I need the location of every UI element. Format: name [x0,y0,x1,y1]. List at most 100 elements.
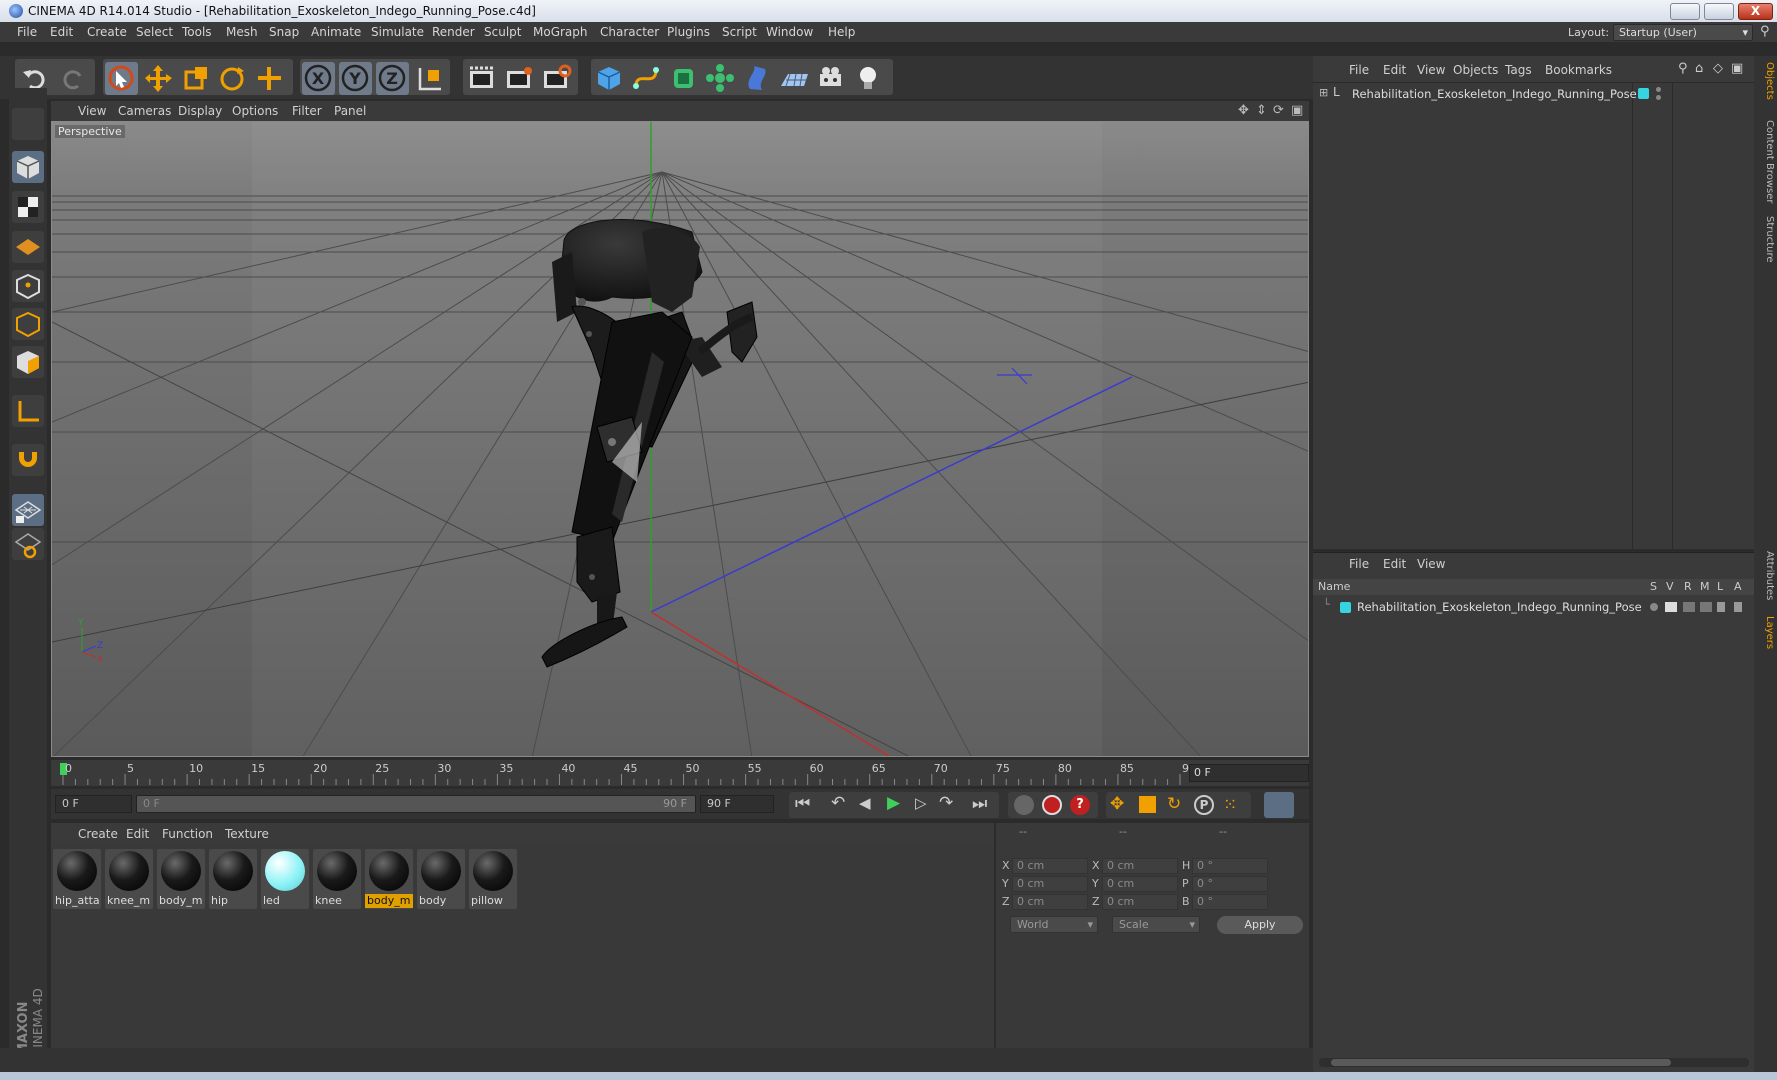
layer-menu-view[interactable]: View [1417,557,1445,571]
coordinate-field[interactable]: 0 cm [1012,894,1088,910]
viewport-menu-view[interactable]: View [78,104,106,118]
material-swatch[interactable]: pillow [469,849,517,909]
menu-select[interactable]: Select [136,25,173,39]
model-mode-icon[interactable] [12,108,44,140]
viewport-menu-display[interactable]: Display [178,104,222,118]
move-icon[interactable] [142,62,175,95]
magnet-icon[interactable] [12,444,44,476]
camera-icon[interactable] [815,62,848,95]
live-select-icon[interactable] [105,62,138,95]
world-coord-icon[interactable] [413,62,446,95]
viewport-menu-filter[interactable]: Filter [292,104,322,118]
viewport-rotate-icon[interactable]: ⟳ [1273,103,1284,118]
tab-attributes[interactable]: Attributes [1757,551,1775,600]
menu-mograph[interactable]: MoGraph [533,25,588,39]
texture-mode-icon[interactable] [12,191,44,223]
add-icon[interactable] [253,62,286,95]
max-frame-field[interactable]: 90 F [700,795,774,813]
home-icon[interactable]: ⌂ [1695,61,1703,76]
layer-animation-icon[interactable] [1734,602,1742,612]
new-view-icon[interactable]: ▣ [1731,61,1743,76]
spline-icon[interactable] [630,62,663,95]
menu-character[interactable]: Character [600,25,659,39]
layer-visible-icon[interactable] [1665,602,1677,612]
key-position-icon[interactable]: ✥ [1110,794,1124,814]
deformer-icon[interactable] [741,62,774,95]
object-row[interactable]: ⊞ L Rehabilitation_Exoskeleton_Indego_Ru… [1313,85,1754,103]
material-swatch[interactable]: body_m [157,849,205,909]
size-mode-select[interactable]: Scale ▾ [1112,916,1200,933]
coordinate-field[interactable]: 0 cm [1102,894,1178,910]
layer-color-swatch[interactable] [1340,602,1351,613]
menu-sculpt[interactable]: Sculpt [484,25,521,39]
array-icon[interactable] [704,62,737,95]
previous-frame-icon[interactable]: ◀ [859,794,871,812]
material-swatch[interactable]: knee [313,849,361,909]
go-to-end-icon[interactable]: ⏭ [972,794,987,814]
play-icon[interactable]: ▶ [887,793,900,813]
layer-name[interactable]: Rehabilitation_Exoskeleton_Indego_Runnin… [1357,600,1642,614]
viewport-menu-cameras[interactable]: Cameras [118,104,171,118]
record-active-icon[interactable] [1014,795,1034,815]
viewport-menu-panel[interactable]: Panel [334,104,366,118]
timeline-window-icon[interactable] [1264,792,1294,818]
object-menu-bookmarks[interactable]: Bookmarks [1545,63,1612,77]
menu-mesh[interactable]: Mesh [226,25,258,39]
visibility-editor-dot[interactable] [1656,87,1661,92]
previous-key-icon[interactable]: ↶ [831,793,845,813]
layer-render-column[interactable]: R [1684,580,1692,593]
layer-menu-file[interactable]: File [1349,557,1369,571]
filter-icon[interactable]: ◇ [1713,61,1723,76]
lock-icon[interactable] [1717,602,1725,612]
nurbs-icon[interactable] [667,62,700,95]
material-swatch[interactable]: hip_atta [53,849,101,909]
object-name[interactable]: Rehabilitation_Exoskeleton_Indego_Runnin… [1352,87,1637,101]
go-to-start-icon[interactable]: ⏮ [795,794,810,814]
coordinate-field[interactable]: 0 cm [1102,876,1178,892]
material-swatch[interactable]: body [417,849,465,909]
layout-select[interactable]: Startup (User) ▾ [1613,24,1753,41]
horizontal-scrollbar[interactable] [1319,1058,1749,1067]
maximize-button[interactable] [1704,3,1734,20]
key-parameter-icon[interactable]: P [1194,795,1214,815]
coordinate-field[interactable]: 0 ° [1192,876,1268,892]
coordinate-field[interactable]: 0 cm [1102,858,1178,874]
viewport-maximize-icon[interactable]: ▣ [1291,103,1303,118]
redo-icon[interactable] [57,62,90,95]
scrollbar-thumb[interactable] [1331,1059,1671,1066]
search-icon[interactable]: ⚲ [1678,61,1688,76]
edges-mode-icon[interactable] [12,308,44,340]
key-pla-icon[interactable]: ⁙ [1223,795,1237,815]
coordinate-system-select[interactable]: World ▾ [1010,916,1098,933]
tab-structure[interactable]: Structure [1757,216,1775,263]
object-menu-tags[interactable]: Tags [1505,63,1532,77]
layer-row[interactable]: └ Rehabilitation_Exoskeleton_Indego_Runn… [1313,598,1754,616]
layer-manager-column[interactable]: M [1700,580,1710,593]
x-axis-icon[interactable]: X [302,62,335,95]
timeline-ruler[interactable]: 0 5 10 15 20 25 30 35 40 45 50 55 60 65 70 75 80 85 90 [51,760,1309,786]
layer-locked-column[interactable]: L [1717,580,1723,593]
tab-content-browser[interactable]: Content Browser [1757,120,1775,203]
edit-render-settings-icon[interactable] [539,62,572,95]
key-rotation-icon[interactable]: ↻ [1167,794,1181,814]
apply-button[interactable]: Apply [1217,916,1303,934]
menu-edit[interactable]: Edit [50,25,73,39]
object-mode-icon[interactable] [12,151,44,183]
menu-help[interactable]: Help [828,25,855,39]
menu-create[interactable]: Create [87,25,127,39]
workplane-mode-icon[interactable] [12,231,44,263]
layer-name-column[interactable]: Name [1318,580,1350,593]
material-swatch[interactable]: body_m [365,849,413,909]
viewport-zoom-icon[interactable]: ⇕ [1256,103,1267,118]
tab-objects[interactable]: Objects [1757,62,1775,100]
light-icon[interactable] [852,62,885,95]
object-menu-edit[interactable]: Edit [1383,63,1406,77]
key-scale-icon[interactable] [1139,796,1156,813]
layer-solo-toggle[interactable] [1650,603,1658,611]
scale-icon[interactable] [179,62,212,95]
next-frame-icon[interactable]: ▷ [915,794,927,812]
rotate-icon[interactable] [216,62,249,95]
current-frame-field[interactable]: 0 F [1189,764,1309,782]
menu-snap[interactable]: Snap [269,25,299,39]
material-menu-texture[interactable]: Texture [225,827,269,841]
